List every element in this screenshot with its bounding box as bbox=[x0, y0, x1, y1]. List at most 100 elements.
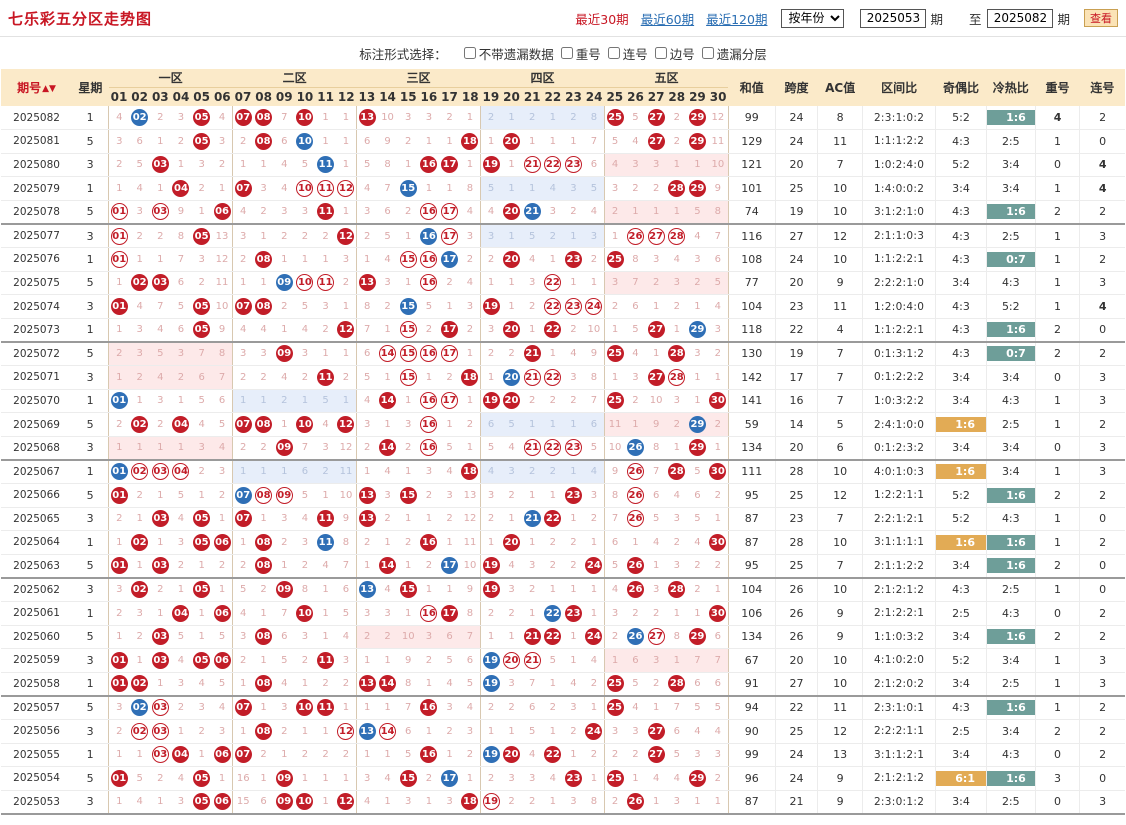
table-row: 2025068 3 1 1 1 1 3 4 2 2 09 7 3 12 2 14 2 16 5 1 5 4 21 22 23 5 1… bbox=[1, 436, 1125, 461]
drawn-ball: 14 bbox=[379, 345, 397, 363]
number-cell: 2 bbox=[315, 672, 336, 697]
drawn-ball: 23 bbox=[564, 439, 582, 457]
option-5[interactable]: 遗漏分层 bbox=[701, 44, 767, 63]
miss-count: 5 bbox=[301, 301, 309, 313]
number-cell: 5 bbox=[625, 318, 646, 343]
number-cell: 9 bbox=[377, 129, 398, 154]
option-checkbox-1[interactable] bbox=[463, 47, 476, 59]
period-link-1[interactable]: 最近30期 bbox=[575, 12, 628, 27]
number-cell: 1 bbox=[397, 507, 419, 532]
view-button[interactable]: 查看 bbox=[1084, 9, 1118, 27]
table-row: 2025077 3 01 2 2 8 05 13 3 1 2 2 2 12 2 5 1 16 17 3 3 1 5 2 1 3 1 2… bbox=[1, 223, 1125, 249]
header-issue[interactable]: 期号▲▼ bbox=[1, 69, 73, 106]
miss-count: 1 bbox=[425, 584, 433, 596]
drawn-ball: 03 bbox=[151, 557, 169, 575]
miss-count: 3 bbox=[652, 654, 660, 666]
drawn-ball: 30 bbox=[709, 392, 727, 410]
number-cell: 1 bbox=[149, 483, 171, 508]
miss-count: 2 bbox=[528, 112, 536, 124]
miss-count: 1 bbox=[177, 442, 185, 454]
from-issue-input[interactable] bbox=[860, 8, 927, 28]
number-cell: 15 bbox=[397, 766, 419, 791]
year-select[interactable]: 按年份 bbox=[781, 8, 845, 28]
miss-count: 1 bbox=[528, 489, 536, 501]
miss-count: 9 bbox=[652, 419, 660, 431]
miss-count: 1 bbox=[673, 442, 680, 454]
number-cell: 23 bbox=[563, 294, 584, 319]
number-cell: 27 bbox=[645, 719, 667, 744]
number-cell: 3 bbox=[563, 790, 584, 815]
number-cell: 23 bbox=[563, 766, 584, 791]
sort-icon[interactable]: ▲▼ bbox=[42, 84, 56, 94]
number-cell: 8 bbox=[459, 176, 482, 201]
miss-count: 1 bbox=[260, 607, 267, 619]
number-cell: 2 bbox=[170, 554, 192, 579]
option-3[interactable]: 连号 bbox=[607, 44, 648, 63]
number-cell: 1 bbox=[377, 790, 398, 815]
miss-count: 1 bbox=[549, 253, 557, 265]
miss-count: 3 bbox=[528, 772, 536, 784]
ac-cell: 13 bbox=[817, 743, 863, 768]
header-odd-even: 奇偶比 bbox=[935, 69, 987, 106]
number-cell: 25 bbox=[603, 341, 626, 367]
number-cell: 9 bbox=[707, 176, 729, 201]
option-checkbox-5[interactable] bbox=[701, 47, 714, 59]
drawn-ball: 11 bbox=[317, 699, 335, 717]
miss-count: 1 bbox=[116, 277, 123, 289]
miss-count: 2 bbox=[116, 725, 123, 737]
miss-count: 3 bbox=[301, 631, 309, 643]
number-cell: 2 bbox=[666, 530, 688, 555]
drawn-ball: 22 bbox=[544, 321, 562, 339]
drawn-ball: 25 bbox=[606, 675, 624, 693]
number-cell: 03 bbox=[149, 648, 171, 673]
miss-count: 1 bbox=[363, 253, 371, 265]
miss-count: 2 bbox=[590, 678, 598, 690]
number-cell: 3 bbox=[603, 601, 626, 626]
number-cell: 1 bbox=[666, 601, 688, 626]
miss-count: 1 bbox=[570, 277, 577, 289]
number-cell: 27 bbox=[645, 129, 667, 154]
option-1[interactable]: 不带遗漏数据 bbox=[463, 44, 554, 63]
to-issue-input[interactable] bbox=[987, 8, 1054, 28]
week-cell: 5 bbox=[72, 412, 109, 437]
drawn-ball: 02 bbox=[131, 463, 149, 481]
miss-count: 1 bbox=[405, 277, 412, 289]
option-checkbox-2[interactable] bbox=[560, 47, 573, 59]
drawn-ball: 01 bbox=[110, 203, 128, 221]
period-link-3[interactable]: 最近120期 bbox=[706, 12, 767, 27]
number-cell: 11 bbox=[459, 530, 482, 555]
table-row: 2025060 5 1 2 03 5 1 5 3 08 6 3 1 4 2 2 10 3 6 7 1 1 21 22 1 24 2 2… bbox=[1, 625, 1125, 650]
issue-cell: 2025076 bbox=[1, 247, 73, 272]
hot-cold-highlight: 1:6 bbox=[987, 487, 1036, 503]
number-cell: 02 bbox=[129, 530, 150, 555]
option-2[interactable]: 重号 bbox=[560, 44, 601, 63]
miss-count: 4 bbox=[528, 749, 536, 761]
number-cell: 4 bbox=[211, 436, 234, 461]
number-cell: 14 bbox=[377, 672, 398, 697]
number-cell: 1 bbox=[397, 601, 419, 626]
drawn-ball: 16 bbox=[420, 203, 438, 221]
miss-count: 5 bbox=[301, 489, 309, 501]
number-cell: 11 bbox=[211, 271, 234, 296]
number-cell: 21 bbox=[521, 507, 543, 532]
drawn-ball: 27 bbox=[647, 109, 665, 127]
option-checkbox-4[interactable] bbox=[654, 47, 667, 59]
miss-count: 1 bbox=[590, 607, 598, 619]
week-cell: 3 bbox=[72, 223, 109, 249]
miss-count: 2 bbox=[136, 631, 143, 643]
option-4[interactable]: 边号 bbox=[654, 44, 695, 63]
miss-count: 1 bbox=[508, 513, 515, 525]
drawn-ball: 06 bbox=[213, 651, 231, 669]
miss-count: 1 bbox=[590, 536, 598, 548]
number-cell: 4 bbox=[129, 790, 150, 815]
miss-count: 3 bbox=[240, 631, 247, 643]
number-cell: 5 bbox=[645, 507, 667, 532]
period-link-2[interactable]: 最近60期 bbox=[641, 12, 694, 27]
miss-count: 2 bbox=[549, 560, 557, 572]
number-cell: 3 bbox=[603, 271, 626, 296]
miss-count: 6 bbox=[652, 489, 660, 501]
miss-count: 3 bbox=[405, 112, 412, 124]
number-cell: 3 bbox=[625, 365, 646, 390]
option-checkbox-3[interactable] bbox=[607, 47, 620, 59]
number-cell: 1 bbox=[294, 247, 316, 272]
